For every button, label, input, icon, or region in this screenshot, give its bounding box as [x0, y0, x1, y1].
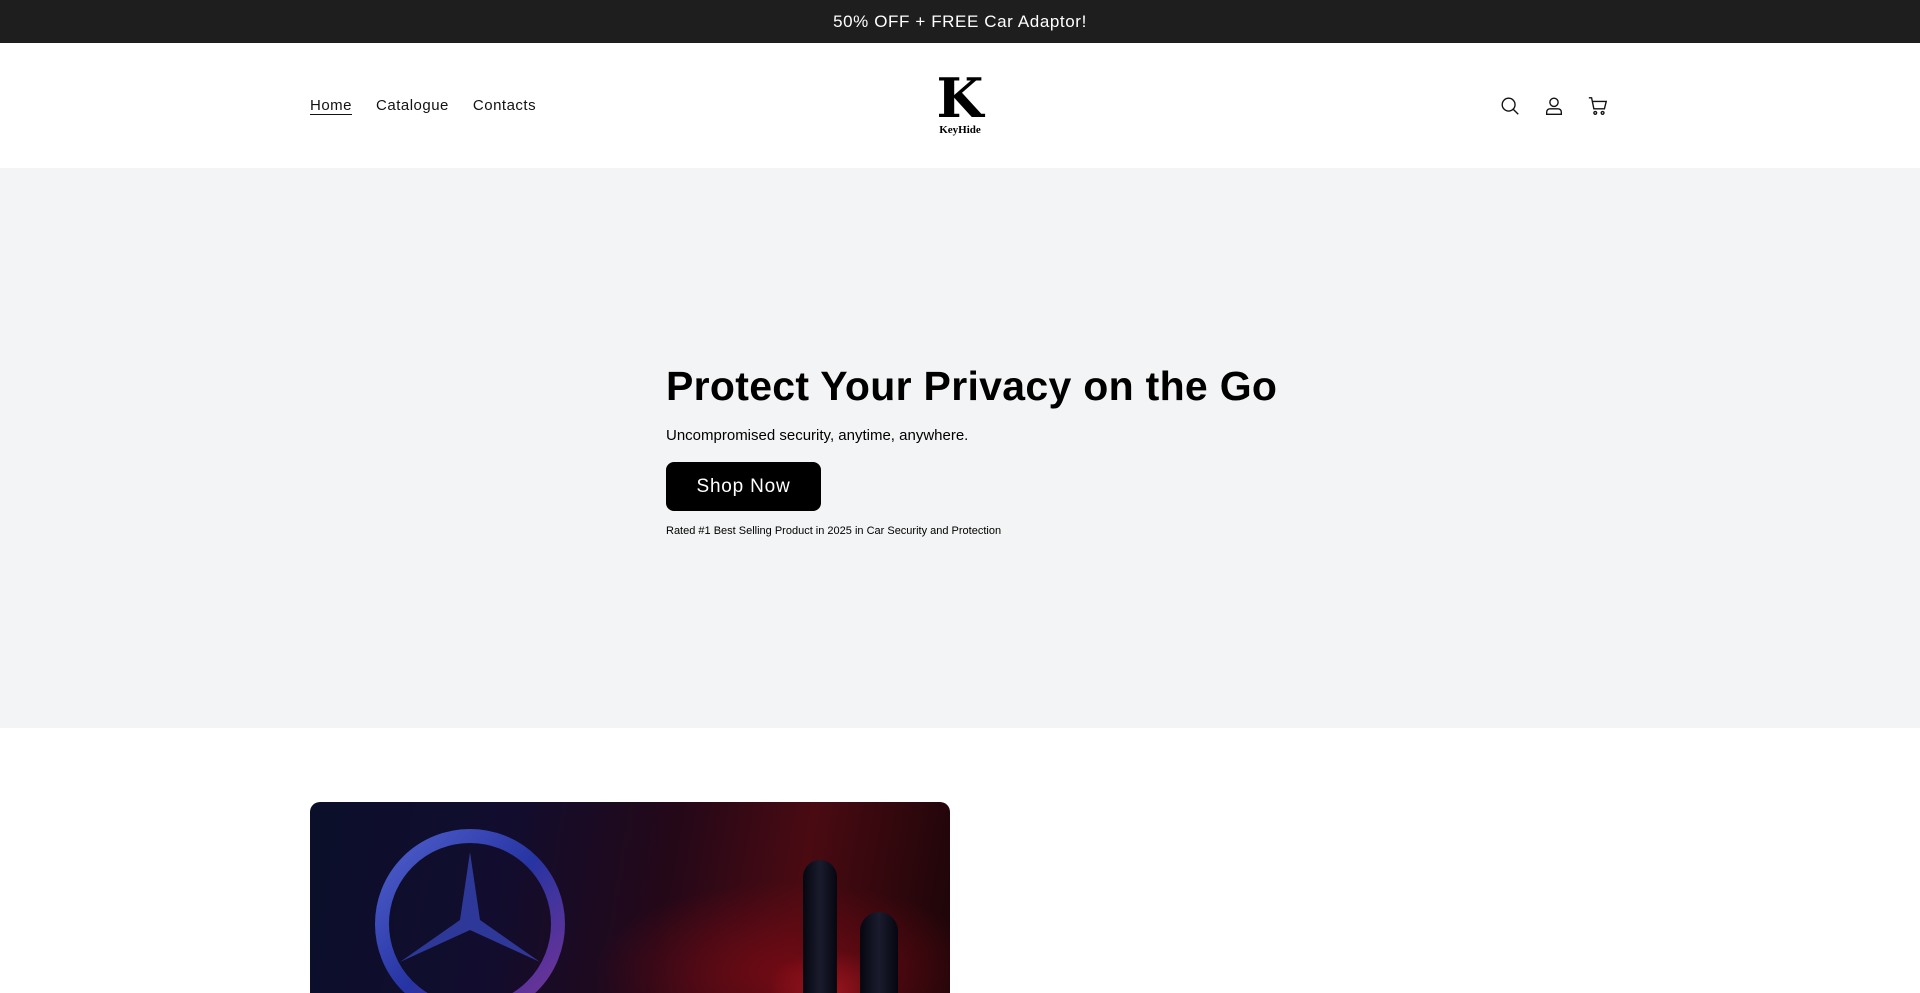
- announcement-text: 50% OFF + FREE Car Adaptor!: [833, 11, 1087, 31]
- search-icon[interactable]: [1498, 94, 1522, 118]
- logo-wordmark: KeyHide: [939, 124, 981, 136]
- announcement-bar: 50% OFF + FREE Car Adaptor!: [0, 0, 1920, 43]
- header-icons: [1498, 43, 1610, 168]
- featured-product-image: [310, 802, 950, 993]
- hero-title: Protect Your Privacy on the Go: [666, 363, 1278, 409]
- cart-icon[interactable]: [1586, 94, 1610, 118]
- site-logo[interactable]: K KeyHide: [936, 66, 984, 136]
- shop-now-button[interactable]: Shop Now: [666, 462, 821, 511]
- hero-rating-note: Rated #1 Best Selling Product in 2025 in…: [666, 525, 1002, 537]
- nav-catalogue-link[interactable]: Catalogue: [376, 97, 449, 114]
- featured-section: [0, 728, 1920, 993]
- nav-home-link[interactable]: Home: [310, 97, 352, 114]
- hero-content: Protect Your Privacy on the Go Uncomprom…: [666, 363, 1277, 537]
- hero-banner: Protect Your Privacy on the Go Uncomprom…: [0, 168, 1920, 728]
- hero-subtitle: Uncompromised security, anytime, anywher…: [666, 427, 969, 444]
- car-emblem-illustration: [375, 829, 898, 993]
- site-header: Home Catalogue Contacts K KeyHide: [0, 43, 1920, 168]
- main-nav: Home Catalogue Contacts: [310, 43, 536, 168]
- nav-contacts-link[interactable]: Contacts: [473, 97, 536, 114]
- logo-mark: K: [936, 66, 984, 130]
- account-icon[interactable]: [1542, 94, 1566, 118]
